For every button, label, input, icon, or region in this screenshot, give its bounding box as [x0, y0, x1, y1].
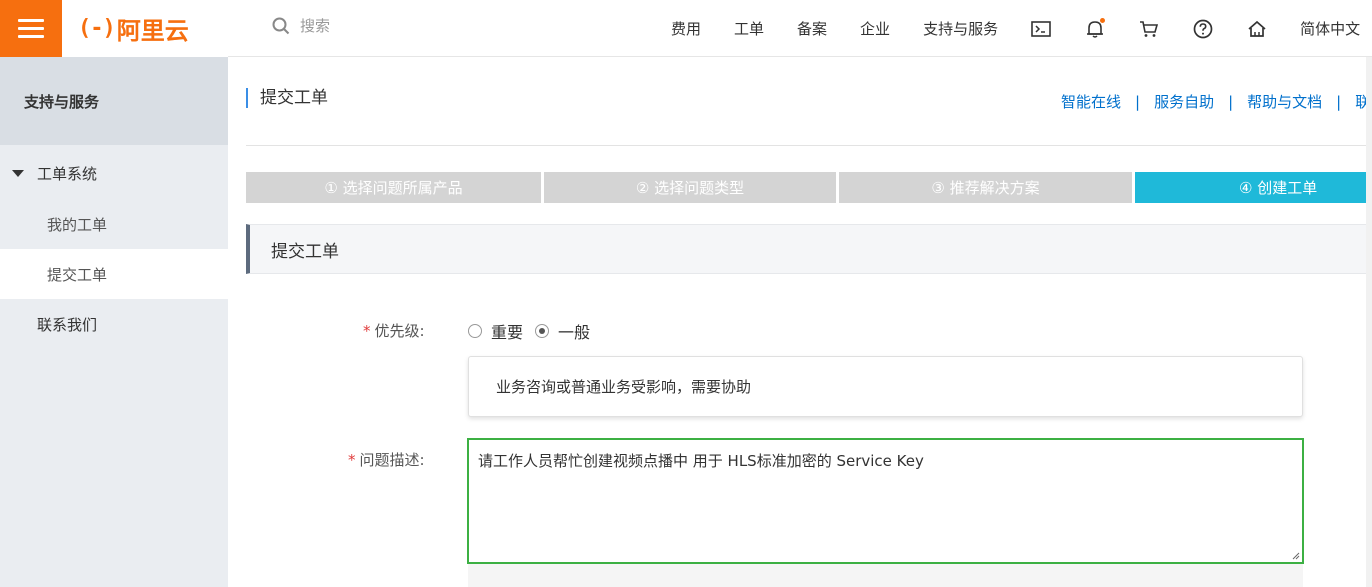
step-progress: ① 选择问题所属产品 ② 选择问题类型 ③ 推荐解决方案 ④ 创建工单 — [246, 172, 1372, 203]
description-text: 请工作人员帮忙创建视频点播中 用于 HLS标准加密的 Service Key — [478, 452, 924, 470]
priority-radio-group: 重要 一般 — [468, 319, 602, 343]
nav-tickets[interactable]: 工单 — [734, 18, 764, 39]
priority-important-label[interactable]: 重要 — [491, 319, 523, 343]
sidebar-title: 支持与服务 — [0, 57, 228, 145]
top-bar: (-) 阿里云 搜索 费用 工单 备案 企业 支持与服务 简体中文 — [0, 0, 1372, 57]
sidebar-group-label: 工单系统 — [37, 164, 98, 183]
resize-grip-icon[interactable] — [1292, 552, 1300, 560]
required-mark: * — [363, 322, 371, 340]
notification-dot — [1100, 17, 1106, 23]
link-self-service[interactable]: 服务自助 — [1154, 93, 1214, 111]
priority-important-radio[interactable] — [468, 324, 482, 338]
link-help-docs[interactable]: 帮助与文档 — [1247, 93, 1322, 111]
search-box[interactable]: 搜索 — [272, 15, 330, 36]
description-label: * 问题描述: — [348, 451, 425, 469]
caret-down-icon — [12, 169, 24, 177]
nav-enterprise[interactable]: 企业 — [860, 18, 890, 39]
search-icon — [272, 17, 290, 34]
sidebar-item-contact[interactable]: 联系我们 — [0, 299, 228, 349]
language-switch[interactable]: 简体中文 — [1300, 18, 1360, 39]
sidebar: 支持与服务 工单系统 我的工单 提交工单 联系我们 — [0, 57, 228, 587]
priority-label: * 优先级: — [363, 322, 425, 340]
nav-icp-filing[interactable]: 备案 — [797, 18, 827, 39]
help-icon[interactable] — [1192, 18, 1214, 40]
terminal-icon[interactable] — [1030, 18, 1052, 40]
divider — [246, 145, 1372, 146]
step-select-type[interactable]: ② 选择问题类型 — [544, 172, 836, 203]
main-content: 提交工单 智能在线|服务自助|帮助与文档|联系我们 ① 选择问题所属产品 ② 选… — [228, 57, 1372, 587]
aliyun-logo[interactable]: (-) 阿里云 — [62, 0, 228, 57]
priority-normal-label[interactable]: 一般 — [558, 319, 590, 343]
home-icon[interactable] — [1246, 18, 1268, 40]
search-placeholder: 搜索 — [300, 17, 331, 35]
sidebar-item-my-tickets[interactable]: 我的工单 — [0, 199, 228, 249]
bell-icon[interactable] — [1084, 17, 1106, 40]
nav-fees[interactable]: 费用 — [671, 18, 701, 39]
cart-icon[interactable] — [1138, 18, 1160, 40]
step-select-product[interactable]: ① 选择问题所属产品 — [246, 172, 541, 203]
quick-links: 智能在线|服务自助|帮助与文档|联系我们 — [1061, 91, 1372, 112]
attachment-area — [468, 564, 1303, 587]
sidebar-item-submit-ticket[interactable]: 提交工单 — [0, 249, 228, 299]
required-mark: * — [348, 451, 356, 469]
top-nav: 费用 工单 备案 企业 支持与服务 简体中文 — [671, 0, 1360, 57]
logo-mark: (-) — [78, 16, 116, 41]
sidebar-group-tickets[interactable]: 工单系统 — [0, 147, 228, 199]
hamburger-menu-icon[interactable] — [0, 0, 62, 57]
step-recommend[interactable]: ③ 推荐解决方案 — [839, 172, 1132, 203]
nav-support[interactable]: 支持与服务 — [923, 18, 998, 39]
priority-hint: 业务咨询或普通业务受影响，需要协助 — [468, 356, 1303, 417]
page-title: 提交工单 — [246, 88, 328, 108]
section-title: 提交工单 — [246, 224, 1372, 274]
step-create-ticket: ④ 创建工单 — [1135, 172, 1372, 203]
logo-text: 阿里云 — [116, 17, 189, 45]
link-smart-online[interactable]: 智能在线 — [1061, 93, 1121, 111]
scrollbar[interactable] — [1366, 57, 1372, 587]
description-textarea[interactable]: 请工作人员帮忙创建视频点播中 用于 HLS标准加密的 Service Key — [467, 438, 1304, 564]
priority-normal-radio[interactable] — [535, 324, 550, 338]
